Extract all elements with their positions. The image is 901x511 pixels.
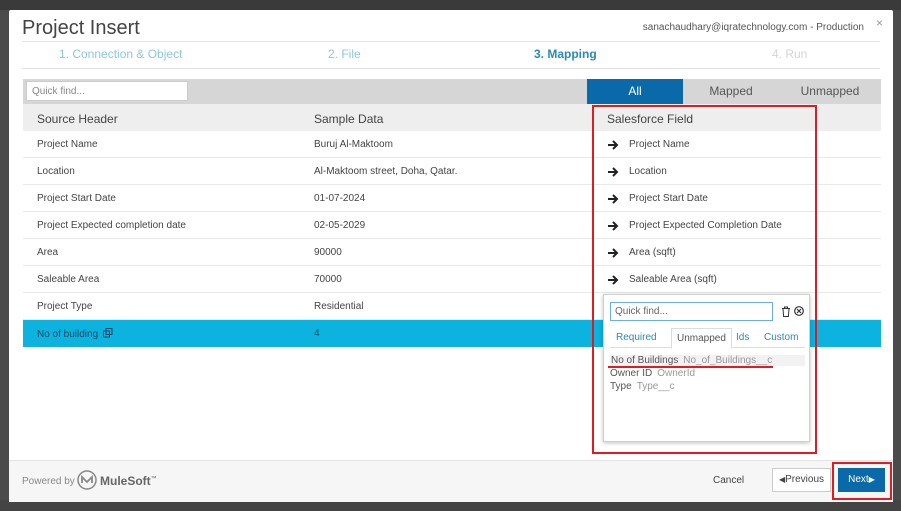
arrow-right-icon [608,140,619,150]
arrow-right-icon [608,221,619,231]
sample-data-cell: Al-Maktoom street, Doha, Qatar. [314,166,458,177]
field-option[interactable]: No of Buildings No_of_Buildings__c [610,355,805,366]
arrow-right-icon [608,167,619,177]
sample-data-cell: 90000 [314,247,342,258]
arrow-right-icon [608,194,619,204]
source-header-cell: Project Start Date [37,193,116,204]
field-option-label: Owner ID [610,368,653,379]
background-topbar [0,0,901,10]
step-file[interactable]: 2. File [328,47,361,61]
previous-label: Previous [785,474,825,485]
source-header-cell: Saleable Area [37,274,100,285]
step-run: 4. Run [772,47,808,61]
copy-icon[interactable] [103,328,113,338]
source-header-cell: No of building [37,328,113,340]
tab-unmapped[interactable]: Unmapped [671,328,732,349]
field-option-api: Type__c [636,381,675,392]
field-option-api: OwnerId [657,368,696,379]
mulesoft-logo-icon [77,470,97,490]
title-divider [22,41,880,42]
table-header: Source Header Sample Data Salesforce Fie… [23,104,881,131]
next-label: Next [848,474,869,485]
sample-data-cell: Buruj Al-Maktoom [314,139,393,150]
previous-button[interactable]: ◀Previous [772,468,831,492]
field-option[interactable]: Type Type__c [610,381,675,392]
header-salesforce-field: Salesforce Field [607,112,694,126]
clear-circle-icon[interactable] [794,306,804,316]
wizard-steps: 1. Connection & Object 2. File 3. Mappin… [22,43,880,65]
field-option[interactable]: Owner ID OwnerId [610,368,695,379]
table-row[interactable]: Saleable Area 70000 Saleable Area (sqft) [23,266,881,293]
source-header-cell: Location [37,166,75,177]
powered-by-text: Powered by [22,476,75,487]
trademark-mark: ™ [150,476,157,482]
table-row[interactable]: Project Name Buruj Al-Maktoom Project Na… [23,131,881,158]
cancel-button[interactable]: Cancel [713,475,744,486]
step-mapping[interactable]: 3. Mapping [534,47,597,61]
quick-find-input[interactable] [26,81,188,101]
tab-ids[interactable]: Ids [736,332,749,343]
trash-icon[interactable] [781,306,791,317]
highlight-underline [608,366,773,368]
sample-data-cell: 01-07-2024 [314,193,366,204]
source-header-cell: Project Type [37,301,93,312]
table-row[interactable]: Project Start Date 01-07-2024 Project St… [23,185,881,212]
salesforce-field-cell[interactable]: Project Name [629,139,690,150]
table-row[interactable]: Project Expected completion date 02-05-2… [23,212,881,239]
modal-title: Project Insert [22,17,140,39]
tab-custom[interactable]: Custom [764,332,798,343]
filter-unmapped-tab[interactable]: Unmapped [779,79,881,104]
field-option-label: Type [610,381,632,392]
filter-mapped-tab[interactable]: Mapped [683,79,779,104]
table-row[interactable]: Area 90000 Area (sqft) [23,239,881,266]
salesforce-field-cell[interactable]: Area (sqft) [629,247,676,258]
field-filter-tabs: Required Unmapped Ids Custom [610,328,805,349]
source-header-text: No of building [37,329,99,340]
salesforce-field-cell[interactable]: Project Expected Completion Date [629,220,782,231]
sample-data-cell: Residential [314,301,364,312]
arrow-right-icon [608,248,619,258]
sample-data-cell: 02-05-2029 [314,220,366,231]
field-picker-dropdown: Required Unmapped Ids Custom No of Build… [603,294,810,442]
sample-data-cell: 70000 [314,274,342,285]
user-environment: sanachaudhary@iqratechnology.com - Produ… [642,22,864,33]
mulesoft-brand: MuleSoft™ [100,474,157,488]
mulesoft-brand-name: MuleSoft [100,474,151,488]
table-row[interactable]: Location Al-Maktoom street, Doha, Qatar.… [23,158,881,185]
caret-right-icon: ▶ [868,475,875,484]
filter-all-tab[interactable]: All [587,79,683,104]
source-header-cell: Area [37,247,59,258]
header-sample-data: Sample Data [314,112,384,126]
sample-data-cell: 4 [314,328,320,339]
next-button[interactable]: Next▶ [838,468,885,492]
source-header-cell: Project Expected completion date [37,220,186,231]
filter-bar: All Mapped Unmapped [23,79,881,104]
modal-footer: Powered by MuleSoft™ Cancel ◀Previous Ne… [9,461,893,502]
field-quick-find-input[interactable] [610,302,773,321]
header-source: Source Header [37,112,118,126]
close-icon[interactable]: × [876,16,883,30]
field-option-label: No of Buildings [611,355,679,366]
salesforce-field-cell[interactable]: Project Start Date [629,193,708,204]
tab-required[interactable]: Required [616,332,657,343]
arrow-right-icon [608,275,619,285]
source-header-cell: Project Name [37,139,98,150]
salesforce-field-cell[interactable]: Location [629,166,667,177]
field-option-api: No_of_Buildings__c [683,355,773,366]
step-connection-object[interactable]: 1. Connection & Object [59,47,182,61]
salesforce-field-cell[interactable]: Saleable Area (sqft) [629,274,717,285]
steps-divider [22,68,880,69]
